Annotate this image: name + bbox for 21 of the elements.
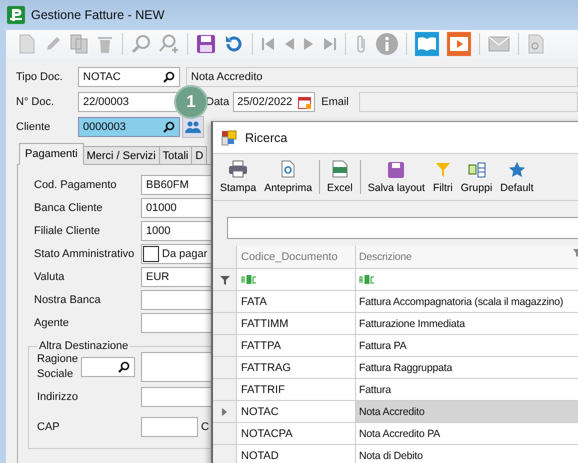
field-label: N° Doc. bbox=[16, 96, 56, 108]
field-label: Cod. Pagamento bbox=[33, 178, 118, 190]
field-label: Indirizzo bbox=[37, 391, 79, 403]
checkbox-label: Da pagar bbox=[162, 248, 208, 260]
group-title: Altra Destinazione bbox=[38, 340, 130, 352]
dialog-title: Ricerca bbox=[245, 130, 288, 144]
description-field: Nota Accredito bbox=[186, 67, 578, 87]
field-label: Ragione Sociale bbox=[37, 352, 79, 382]
field-label: Agente bbox=[33, 316, 70, 328]
field-label: Valuta bbox=[33, 270, 66, 282]
field-label: Filiale Cliente bbox=[33, 224, 102, 236]
window-title: Gestione Fatture - NEW bbox=[31, 8, 164, 22]
field-label: Email bbox=[321, 96, 349, 108]
field-label: Tipo Doc. bbox=[16, 71, 64, 83]
field-label: Cliente bbox=[16, 121, 52, 133]
field-label: CAP bbox=[37, 421, 61, 433]
step-badge: 1 bbox=[174, 85, 208, 119]
field-label: Stato Amministrativo bbox=[33, 248, 136, 260]
field-label: C bbox=[201, 421, 209, 433]
field-label: Banca Cliente bbox=[33, 202, 104, 214]
field-label: Nostra Banca bbox=[33, 294, 102, 306]
